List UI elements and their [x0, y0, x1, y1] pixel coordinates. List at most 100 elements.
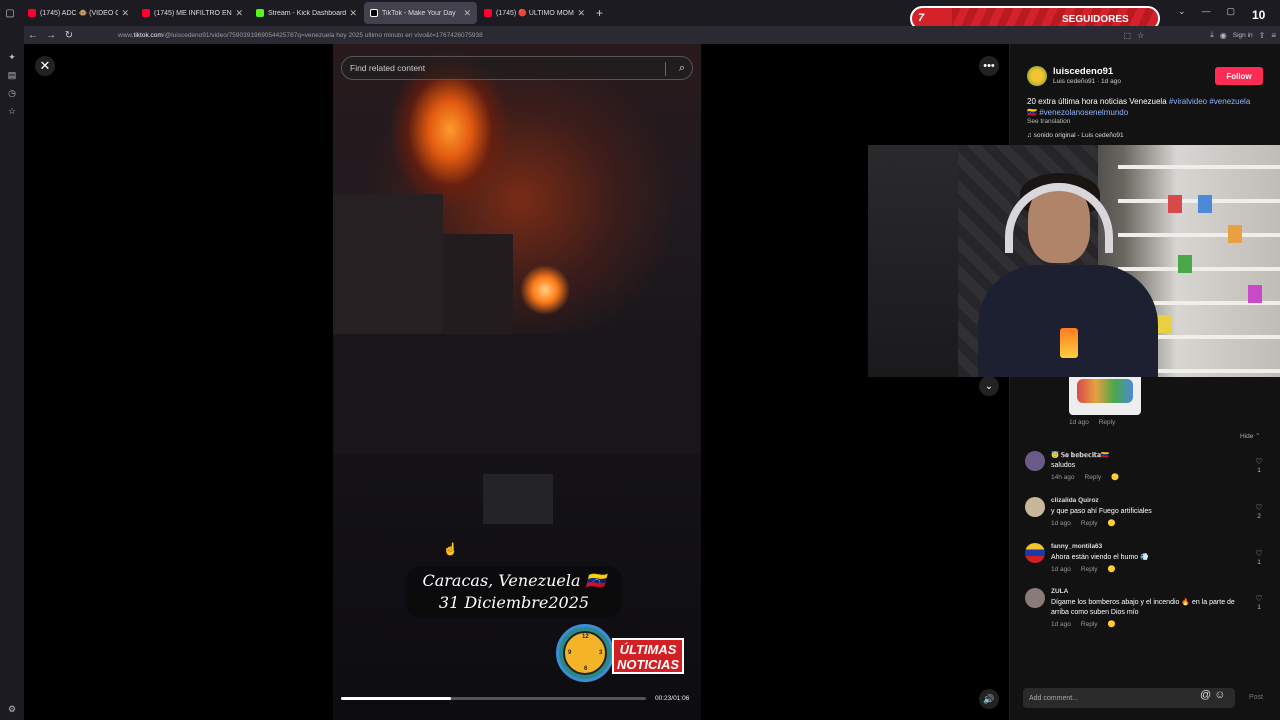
volume-button[interactable]: 🔊	[979, 689, 999, 709]
like-count: 1	[1257, 559, 1261, 566]
new-tab-icon[interactable]: +	[596, 6, 603, 20]
extension-icon[interactable]: ⬚	[1123, 31, 1131, 40]
composer-icons: @ ☺	[1200, 689, 1225, 701]
comment-user[interactable]: fanny_montila63	[1051, 543, 1102, 550]
video-caption: Caracas, Venezuela 🇻🇪 31 Diciembre2025	[406, 566, 622, 618]
close-icon[interactable]: ✕	[463, 8, 471, 19]
author-info: luiscedeno91 Luis cedeño91 · 1d ago	[1027, 66, 1121, 86]
clock-face: 12 3 6 9	[563, 631, 607, 675]
like-button[interactable]: ♡ 1	[1253, 457, 1265, 474]
building-silhouette	[333, 334, 701, 454]
video-progress-bar[interactable]	[341, 697, 646, 700]
more-options-button[interactable]: •••	[979, 56, 999, 76]
creator-liked-icon: 🟡	[1107, 621, 1116, 628]
search-icon[interactable]: ⌕	[679, 62, 685, 75]
like-count: 2	[1257, 513, 1261, 520]
tab-0[interactable]: (1745) ADC 🐵 (VIDEO OFICIAL) ... ✕	[22, 2, 135, 24]
close-icon[interactable]: ✕	[121, 8, 129, 19]
browser-sidebar: ✦ ▤ ◷ ☆ ⚙	[0, 26, 24, 720]
kick-icon	[256, 9, 264, 17]
bookmark-star-icon[interactable]: ☆	[1137, 31, 1144, 40]
like-button[interactable]: ♡ 1	[1253, 594, 1265, 611]
avatar[interactable]	[1025, 497, 1045, 517]
creator-liked-icon: 🟡	[1107, 566, 1116, 573]
comment-user[interactable]: clizalida Quiroz	[1051, 497, 1099, 504]
address-field[interactable]: www.tiktok.com/@luiscedeno91/video/75903…	[118, 32, 483, 39]
sound-link[interactable]: ♫ sonido original - Luis cedeño91	[1027, 132, 1124, 139]
like-button[interactable]: ♡ 2	[1253, 503, 1265, 520]
video-player[interactable]	[333, 44, 701, 720]
reply-link[interactable]: Reply	[1085, 474, 1102, 481]
favorites-icon[interactable]: ☆	[0, 102, 24, 120]
reply-link[interactable]: Reply	[1081, 520, 1098, 527]
comment-meta: 1d ago Reply 🟡	[1051, 621, 1116, 628]
list-all-tabs-icon[interactable]: ⌄	[1178, 6, 1186, 17]
close-video-button[interactable]: ✕	[35, 56, 55, 76]
tab-4[interactable]: (1745) 🔴 ÚLTIMO MOMENTO | ... ✕	[478, 2, 591, 24]
comment-text: Dígame los bomberos abajo y el incendio …	[1051, 599, 1235, 616]
reply-link[interactable]: Reply	[1081, 621, 1098, 628]
hide-replies-link[interactable]: Hide ⌃	[1240, 432, 1261, 440]
minimize-icon[interactable]: —	[1202, 6, 1211, 17]
menu-icon[interactable]: ≡	[1271, 31, 1276, 40]
post-description: 20 extra última hora noticias Venezuela …	[1027, 97, 1251, 117]
close-icon[interactable]: ✕	[235, 8, 243, 19]
history-icon[interactable]: ◷	[0, 84, 24, 102]
progress-fill	[341, 697, 451, 700]
extensions-icon[interactable]: ✦	[0, 48, 24, 66]
avatar[interactable]	[1025, 588, 1045, 608]
next-video-button[interactable]: ⌄	[979, 376, 999, 396]
like-count: 1	[1257, 467, 1261, 474]
emoji-icon[interactable]: ☺	[1214, 689, 1225, 701]
lava-lamp	[1060, 328, 1078, 358]
tab-2[interactable]: Stream - Kick Dashboard ✕	[250, 2, 363, 24]
see-translation-link[interactable]: See translation	[1027, 118, 1070, 125]
tab-list-icon[interactable]: ▢	[0, 3, 20, 23]
comment-text: Ahora están viendo el humo 💨	[1051, 554, 1149, 561]
related-search-input[interactable]: Find related content ⌕	[341, 56, 693, 80]
toy-figure	[1178, 255, 1192, 273]
avatar[interactable]	[1025, 451, 1045, 471]
tab-1[interactable]: (1745) ME INFILTRO EN LAS CASAS ... ✕	[136, 2, 249, 24]
avatar[interactable]	[1027, 66, 1047, 86]
like-button[interactable]: ♡ 1	[1253, 549, 1265, 566]
author-username[interactable]: luiscedeno91	[1053, 66, 1121, 77]
tiktok-icon	[370, 9, 378, 17]
reply-link[interactable]: Reply	[1099, 419, 1116, 426]
avatar[interactable]	[1025, 543, 1045, 563]
account-icon[interactable]: ◉	[1220, 31, 1227, 40]
share-icon[interactable]: ⇪	[1259, 31, 1266, 40]
back-icon[interactable]: ←	[24, 30, 42, 41]
divider	[665, 62, 666, 76]
caption-date: 31 Diciembre2025	[438, 593, 590, 612]
youtube-icon	[142, 9, 150, 17]
follow-button[interactable]: Follow	[1215, 67, 1263, 85]
mention-icon[interactable]: @	[1200, 689, 1211, 701]
toolbar-right: ⬚ ☆ ⤓ ◉ Sign in ⇪ ≡	[1123, 26, 1276, 44]
clock-numeral: 6	[584, 666, 588, 672]
reply-link[interactable]: Reply	[1081, 566, 1098, 573]
author-display-name: Luis cedeño91 · 1d ago	[1053, 78, 1121, 85]
hashtag-link[interactable]: #venezolanosenelmundo	[1039, 108, 1128, 117]
sticker-image	[1077, 379, 1133, 403]
post-button[interactable]: Post	[1249, 694, 1263, 701]
close-icon[interactable]: ✕	[577, 8, 585, 19]
comment-user[interactable]: ZULA	[1051, 588, 1068, 595]
comment-sticker	[1069, 377, 1141, 415]
settings-icon[interactable]: ⚙	[0, 700, 24, 718]
comment-meta: 1d ago Reply	[1069, 419, 1116, 426]
reload-icon[interactable]: ↻	[60, 30, 78, 41]
sign-in-link[interactable]: Sign in	[1233, 32, 1253, 39]
bookmarks-icon[interactable]: ▤	[0, 66, 24, 84]
close-icon[interactable]: ✕	[349, 8, 357, 19]
heart-icon: ♡	[1255, 503, 1263, 512]
maximize-icon[interactable]: ▢	[1227, 6, 1236, 17]
tab-3[interactable]: TikTok - Make Your Day ✕	[364, 2, 477, 24]
clock-numeral: 12	[582, 634, 589, 640]
followers-goal: 10	[1252, 8, 1266, 22]
toy-figure	[1228, 225, 1242, 243]
download-icon[interactable]: ⤓	[1210, 30, 1214, 40]
forward-icon[interactable]: →	[42, 30, 60, 41]
hashtag-link[interactable]: #viralvideo	[1169, 97, 1207, 106]
comment-user[interactable]: 😇 𝕊𝕠 𝕓𝕖𝕓𝕖𝕔𝕚𝕥𝕒🇻🇪	[1051, 451, 1109, 459]
